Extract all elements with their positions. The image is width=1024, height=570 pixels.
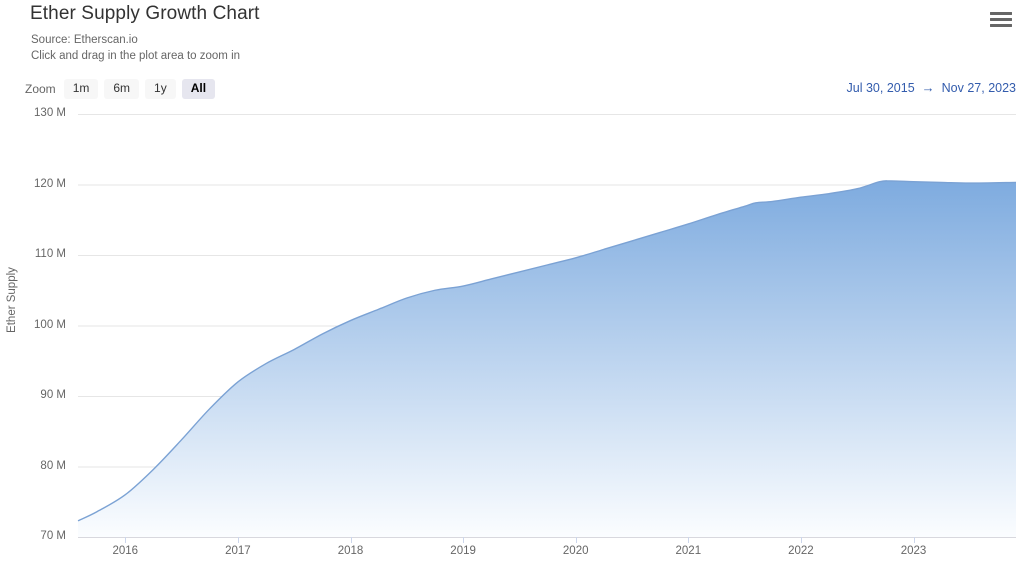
x-tick-label: 2021 [675, 545, 702, 557]
range-button-all[interactable]: All [181, 78, 216, 99]
chart-subtitle: Source: Etherscan.io Click and drag in t… [31, 32, 240, 64]
x-tick-label: 2020 [562, 545, 589, 557]
menu-bar [990, 24, 1012, 27]
y-tick-label: 130 M [34, 107, 66, 119]
y-tick-label: 90 M [40, 389, 66, 401]
range-end-date[interactable]: Nov 27, 2023 [942, 81, 1016, 95]
x-tick-label: 2016 [112, 545, 139, 557]
hamburger-menu-icon[interactable] [988, 10, 1014, 32]
zoom-label: Zoom [25, 81, 56, 96]
x-tick-label: 2018 [337, 545, 364, 557]
range-button-1y[interactable]: 1y [145, 78, 176, 99]
x-tick-label: 2023 [900, 545, 927, 557]
page-title: Ether Supply Growth Chart [30, 3, 260, 24]
x-tick-label: 2022 [788, 545, 814, 557]
arrow-right-icon: → [921, 80, 935, 95]
y-tick-label: 70 M [40, 530, 66, 542]
date-range: Jul 30, 2015 → Nov 27, 2023 [847, 80, 1016, 95]
menu-bar [990, 12, 1012, 15]
y-tick-label: 110 M [34, 248, 66, 260]
x-tick-label: 2017 [225, 545, 251, 557]
plot-area[interactable]: Ether Supply 70 M 80 M 90 M 100 M 110 M 120 M… [0, 104, 1024, 570]
area-chart-svg[interactable] [0, 104, 1024, 570]
range-button-6m[interactable]: 6m [104, 78, 140, 99]
menu-bar [990, 18, 1012, 21]
range-selector: Zoom 1m 6m 1y All [25, 78, 216, 99]
zoom-hint-text: Click and drag in the plot area to zoom … [31, 50, 241, 62]
range-start-date[interactable]: Jul 30, 2015 [847, 81, 915, 95]
area-fill [78, 180, 1016, 537]
y-tick-label: 120 M [34, 177, 66, 190]
y-tick-label: 100 M [34, 318, 66, 331]
source-text: Source: Etherscan.io [31, 34, 138, 46]
x-tick-label: 2019 [450, 545, 476, 557]
y-tick-label: 80 M [40, 459, 66, 472]
range-button-1m[interactable]: 1m [63, 78, 99, 99]
chart-page: Ether Supply Growth Chart Source: Ethers… [0, 0, 1024, 570]
